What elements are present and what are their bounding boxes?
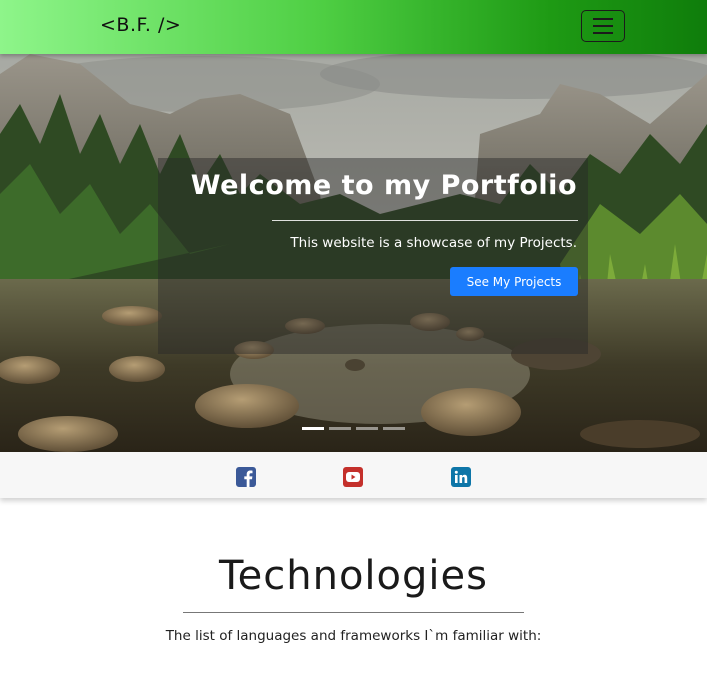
brand-logo[interactable]: <B.F. /> <box>100 14 181 36</box>
technologies-heading: Technologies <box>219 553 488 599</box>
carousel-indicator-4[interactable] <box>383 427 405 430</box>
navbar-toggler-button[interactable] <box>581 10 625 42</box>
hamburger-icon-bar <box>593 25 613 27</box>
hero-divider <box>272 220 578 221</box>
linkedin-icon[interactable] <box>451 467 471 487</box>
hero-carousel: Welcome to my Portfolio This website is … <box>0 54 707 452</box>
carousel-indicators <box>302 427 405 430</box>
social-links-bar <box>0 452 707 498</box>
youtube-icon[interactable] <box>343 467 363 487</box>
see-my-projects-button[interactable]: See My Projects <box>450 267 578 296</box>
technologies-divider <box>183 612 524 613</box>
technologies-subtitle: The list of languages and frameworks I`m… <box>165 628 542 644</box>
carousel-indicator-3[interactable] <box>356 427 378 430</box>
carousel-indicator-2[interactable] <box>329 427 351 430</box>
facebook-icon[interactable] <box>236 467 256 487</box>
hero-title: Welcome to my Portfolio <box>190 170 577 201</box>
youtube-glyph <box>346 472 360 482</box>
linkedin-glyph <box>454 470 468 483</box>
hamburger-icon-bar <box>593 32 613 34</box>
navbar: <B.F. /> <box>0 0 707 54</box>
carousel-indicator-1[interactable] <box>302 427 324 430</box>
facebook-glyph <box>244 470 253 487</box>
hamburger-icon <box>593 18 613 20</box>
hero-subtitle: This website is a showcase of my Project… <box>290 235 577 251</box>
